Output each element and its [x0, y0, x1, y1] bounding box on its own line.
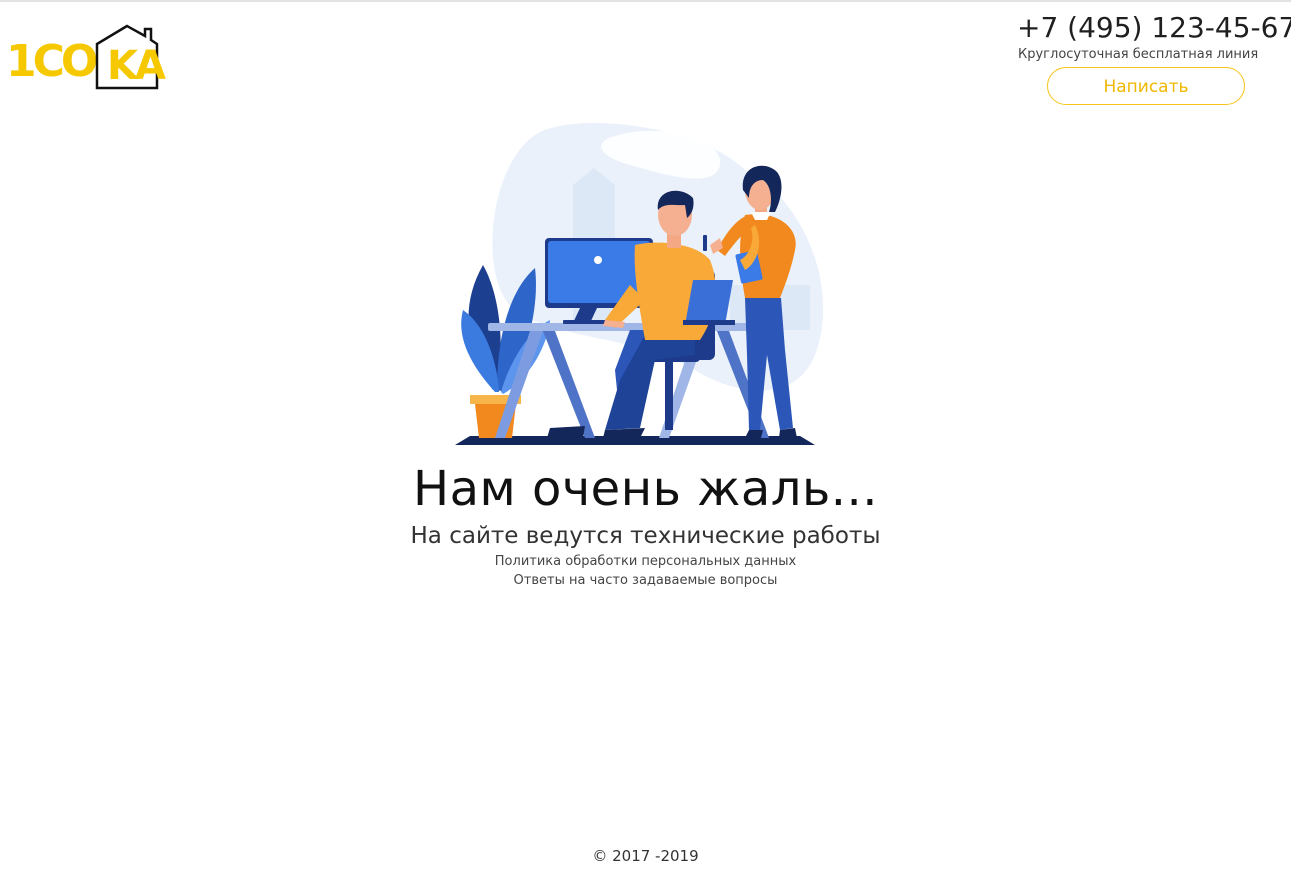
top-divider	[0, 0, 1291, 2]
header-contacts: +7 (495) 123-45-67 Круглосуточная беспла…	[1017, 10, 1291, 64]
maintenance-message: На сайте ведутся технические работы	[410, 523, 881, 549]
phone-note: Круглосуточная бесплатная линия	[1018, 47, 1259, 62]
office-workers-illustration	[455, 123, 824, 445]
headline: Нам очень жаль...	[412, 461, 879, 517]
faq-link[interactable]: Ответы на часто задаваемые вопросы	[0, 572, 1291, 590]
site-logo[interactable]: 1CO KA	[6, 24, 166, 92]
phone-number[interactable]: +7 (495) 123-45-67	[1017, 10, 1291, 46]
copyright: © 2017 -2019	[592, 847, 699, 865]
write-button[interactable]: Написать	[1047, 67, 1245, 105]
logo-text-right: KA	[107, 43, 166, 89]
privacy-policy-link[interactable]: Политика обработки персональных данных	[0, 553, 1291, 571]
